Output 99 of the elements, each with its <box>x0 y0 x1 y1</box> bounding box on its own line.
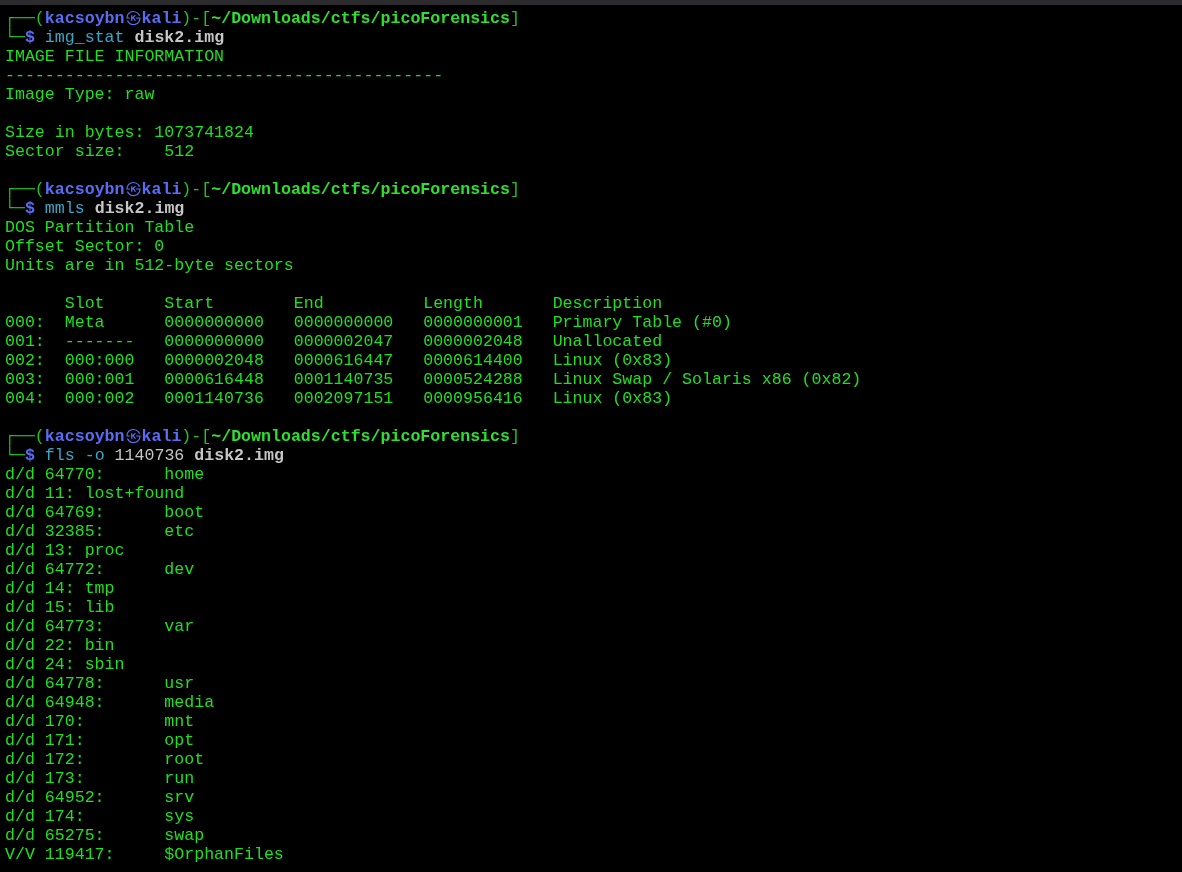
table-cell: 0000616447 <box>293 351 394 370</box>
prompt-frame: ┌──( <box>5 9 45 28</box>
table-cell: 0000002048 <box>164 351 264 370</box>
table-cell: 000:000 <box>64 351 135 370</box>
table-cell: Linux (0x83) <box>552 351 673 370</box>
command-token: mmls <box>44 199 85 218</box>
table-cell: 0002097151 <box>293 389 394 408</box>
table-cell: 0000000000 <box>164 313 264 332</box>
prompt-symbol: $ <box>24 446 35 465</box>
table-cell: 0000614400 <box>423 351 523 370</box>
prompt-frame: └─ <box>5 199 25 218</box>
prompt-path: ~/Downloads/ctfs/picoForensics <box>211 9 510 28</box>
output-line: d/d 172: root <box>5 750 205 769</box>
table-cell: Meta <box>64 313 105 332</box>
output-line: Image Type: raw <box>5 85 155 104</box>
output-line: d/d 174: sys <box>5 807 195 826</box>
command-token: img_stat <box>44 28 125 47</box>
prompt-host: kali <box>141 427 182 446</box>
column-header: Length <box>423 294 483 313</box>
output-line: DOS Partition Table <box>5 218 195 237</box>
table-cell: Primary Table (#0) <box>552 313 732 332</box>
output-line: d/d 13: proc <box>5 541 125 560</box>
output-line: d/d 64778: usr <box>5 674 195 693</box>
output-line: d/d 64769: boot <box>5 503 205 522</box>
output-line: Sector size: 512 <box>5 142 195 161</box>
output-line: d/d 14: tmp <box>5 579 115 598</box>
table-cell: 004: <box>5 389 45 408</box>
output-line: d/d 173: run <box>5 769 195 788</box>
prompt-frame: )-[ <box>181 427 212 446</box>
prompt-frame: └─ <box>5 446 25 465</box>
table-cell: 001: <box>5 332 45 351</box>
prompt-symbol: $ <box>24 28 35 47</box>
prompt-frame: ] <box>510 9 520 28</box>
prompt-symbol: $ <box>24 199 35 218</box>
prompt-path: ~/Downloads/ctfs/picoForensics <box>211 180 510 199</box>
table-cell: Linux (0x83) <box>552 389 673 408</box>
prompt-frame: ┌──( <box>5 427 45 446</box>
prompt-frame: ] <box>510 180 520 199</box>
table-cell: 000: <box>5 313 45 332</box>
command-token: 1140736 <box>114 446 185 465</box>
prompt-at-symbol: ㉿ <box>124 427 142 446</box>
prompt-frame: )-[ <box>181 9 212 28</box>
table-cell: 0001140735 <box>293 370 394 389</box>
prompt-frame: )-[ <box>181 180 212 199</box>
table-cell: 003: <box>5 370 45 389</box>
table-cell: 0000616448 <box>164 370 264 389</box>
table-cell: 0001140736 <box>164 389 264 408</box>
column-header: Description <box>552 294 663 313</box>
output-line: d/d 64770: home <box>5 465 205 484</box>
prompt-frame: ] <box>510 427 520 446</box>
output-line: IMAGE FILE INFORMATION <box>5 47 225 66</box>
output-line: V/V 119417: $OrphanFiles <box>5 845 284 864</box>
prompt-user: kacsoybn <box>44 9 125 28</box>
output-line: Size in bytes: 1073741824 <box>5 123 254 142</box>
output-line: -------------------------------------------- <box>5 66 444 85</box>
command-token: disk2.img <box>94 199 185 218</box>
output-line: Units are in 512-byte sectors <box>5 256 294 275</box>
table-cell: 0000002048 <box>423 332 523 351</box>
command-token: disk2.img <box>194 446 284 465</box>
prompt-host: kali <box>141 180 182 199</box>
table-cell: Linux Swap / Solaris x86 (0x82) <box>552 370 862 389</box>
command-token: -o <box>84 446 105 465</box>
prompt-user: kacsoybn <box>44 180 125 199</box>
output-line: Offset Sector: 0 <box>5 237 165 256</box>
column-header: Slot <box>64 294 105 313</box>
table-cell: ------- <box>64 332 135 351</box>
table-cell: 0000000000 <box>293 313 394 332</box>
output-line: d/d 171: opt <box>5 731 195 750</box>
command-token: fls <box>44 446 75 465</box>
output-line: d/d 24: sbin <box>5 655 125 674</box>
command-token: disk2.img <box>134 28 225 47</box>
output-line: d/d 65275: swap <box>5 826 205 845</box>
prompt-frame: ┌──( <box>5 180 45 199</box>
table-cell: Unallocated <box>552 332 663 351</box>
table-cell: 0000000001 <box>423 313 523 332</box>
table-cell: 0000956416 <box>423 389 523 408</box>
prompt-host: kali <box>141 9 182 28</box>
table-cell: 0000000000 <box>164 332 264 351</box>
column-header: Start <box>164 294 215 313</box>
prompt-path: ~/Downloads/ctfs/picoForensics <box>211 427 510 446</box>
output-line: d/d 15: lib <box>5 598 115 617</box>
output-line: d/d 32385: etc <box>5 522 195 541</box>
table-cell: 0000002047 <box>293 332 394 351</box>
output-line: d/d 64952: srv <box>5 788 195 807</box>
prompt-at-symbol: ㉿ <box>124 180 142 199</box>
prompt-at-symbol: ㉿ <box>124 9 142 28</box>
table-cell: 002: <box>5 351 45 370</box>
output-line: d/d 64772: dev <box>5 560 195 579</box>
table-cell: 0000524288 <box>423 370 523 389</box>
table-cell: 000:001 <box>64 370 135 389</box>
prompt-frame: └─ <box>5 28 25 47</box>
output-line: d/d 22: bin <box>5 636 115 655</box>
table-cell: 000:002 <box>64 389 135 408</box>
prompt-user: kacsoybn <box>44 427 125 446</box>
output-line: d/d 170: mnt <box>5 712 195 731</box>
output-line: d/d 11: lost+found <box>5 484 185 503</box>
output-line: d/d 64948: media <box>5 693 215 712</box>
output-line: d/d 64773: var <box>5 617 195 636</box>
column-header: End <box>293 294 324 313</box>
